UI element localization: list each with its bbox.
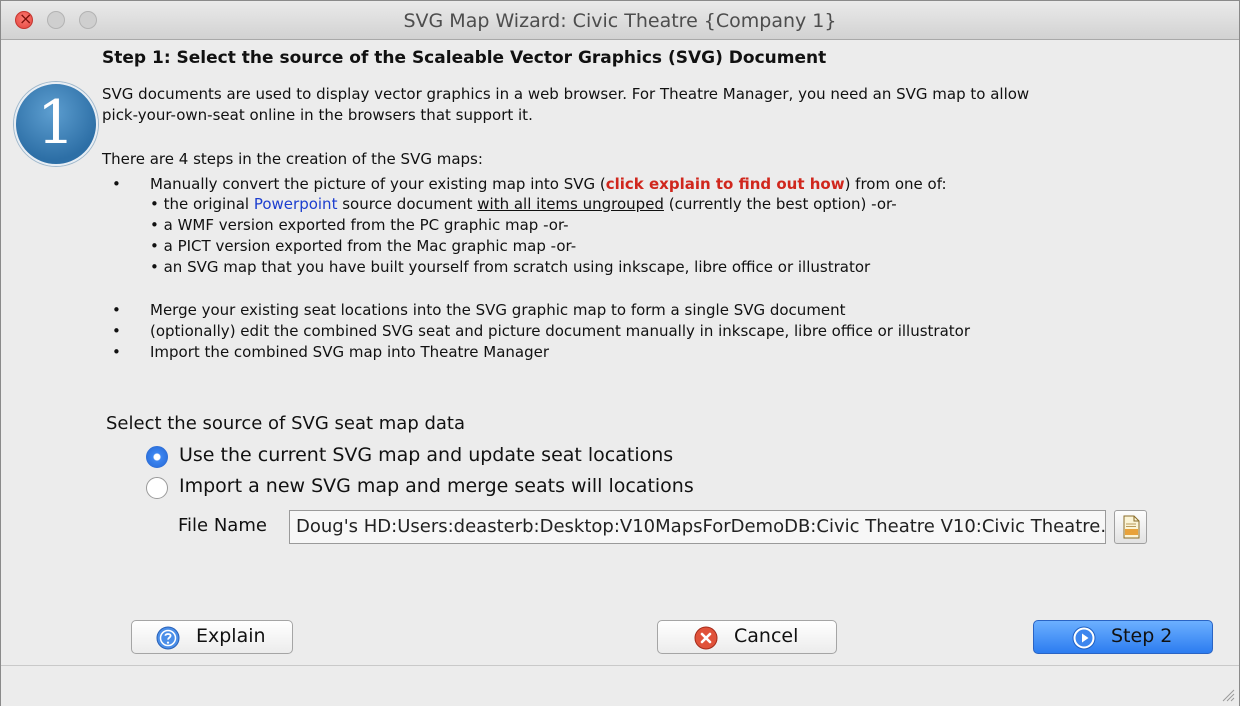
step-2-button[interactable]: Step 2 <box>1033 620 1213 654</box>
bullet-convert-text-pre: Manually convert the picture of your exi… <box>150 175 606 193</box>
sub-item-svg-scratch: • an SVG map that you have built yoursel… <box>150 258 871 276</box>
radio-use-current[interactable] <box>146 446 168 468</box>
sub-item-powerpoint-pre: • the original <box>150 195 254 213</box>
radio-import-new-label[interactable]: Import a new SVG map and merge seats wil… <box>179 475 694 497</box>
wizard-content: 1 Step 1: Select the source of the Scale… <box>1 40 1239 706</box>
window-title: SVG Map Wizard: Civic Theatre {Company 1… <box>403 10 837 32</box>
file-name-label: File Name <box>178 515 267 536</box>
radio-import-new[interactable] <box>146 477 168 499</box>
bullet-import: Import the combined SVG map into Theatre… <box>150 343 550 361</box>
cancel-button-label: Cancel <box>734 625 799 647</box>
bullet-convert-text-post: ) from one of: <box>844 175 947 193</box>
sub-item-pict: • a PICT version exported from the Mac g… <box>150 237 577 255</box>
sub-item-wmf: • a WMF version exported from the PC gra… <box>150 216 569 234</box>
browse-file-button[interactable] <box>1114 510 1147 544</box>
explain-button-label: Explain <box>196 625 266 647</box>
ungrouped-emphasis: with all items ungrouped <box>477 195 664 213</box>
step-2-button-label: Step 2 <box>1111 625 1173 647</box>
bullet-marker: • <box>112 175 121 193</box>
sub-item-powerpoint-post: (currently the best option) -or- <box>663 195 897 213</box>
step-heading: Step 1: Select the source of the Scaleab… <box>102 48 827 68</box>
wizard-window: SVG Map Wizard: Civic Theatre {Company 1… <box>0 0 1240 706</box>
step-number-icon: 1 <box>14 82 98 166</box>
play-icon <box>1072 626 1096 650</box>
bullet-convert: Manually convert the picture of your exi… <box>150 174 947 195</box>
bullet-marker: • <box>112 343 121 361</box>
intro-paragraph-line-2: pick-your-own-seat online in the browser… <box>102 106 533 124</box>
bullet-marker: • <box>112 301 121 319</box>
title-bar: SVG Map Wizard: Civic Theatre {Company 1… <box>1 1 1239 40</box>
source-section-label: Select the source of SVG seat map data <box>106 413 466 434</box>
status-divider <box>1 665 1239 666</box>
bullet-marker: • <box>112 322 121 340</box>
resize-grip-icon[interactable] <box>1219 686 1235 702</box>
step-number: 1 <box>36 88 76 158</box>
powerpoint-link[interactable]: Powerpoint <box>254 195 338 213</box>
bullet-edit: (optionally) edit the combined SVG seat … <box>150 322 971 340</box>
explain-hint-link: click explain to find out how <box>605 175 845 193</box>
sub-item-powerpoint: • the original Powerpoint source documen… <box>150 195 897 213</box>
radio-use-current-label[interactable]: Use the current SVG map and update seat … <box>179 444 673 466</box>
cancel-button[interactable]: Cancel <box>657 620 837 654</box>
cancel-icon <box>694 626 718 650</box>
document-icon <box>1123 515 1140 539</box>
intro-paragraph-line-1: SVG documents are used to display vector… <box>102 85 1030 103</box>
steps-intro: There are 4 steps in the creation of the… <box>102 150 483 168</box>
explain-button[interactable]: Explain <box>131 620 293 654</box>
file-name-field[interactable]: Doug's HD:Users:deasterb:Desktop:V10Maps… <box>289 510 1106 544</box>
bullet-merge: Merge your existing seat locations into … <box>150 301 846 319</box>
sub-item-powerpoint-mid: source document <box>337 195 478 213</box>
help-icon <box>156 626 180 650</box>
